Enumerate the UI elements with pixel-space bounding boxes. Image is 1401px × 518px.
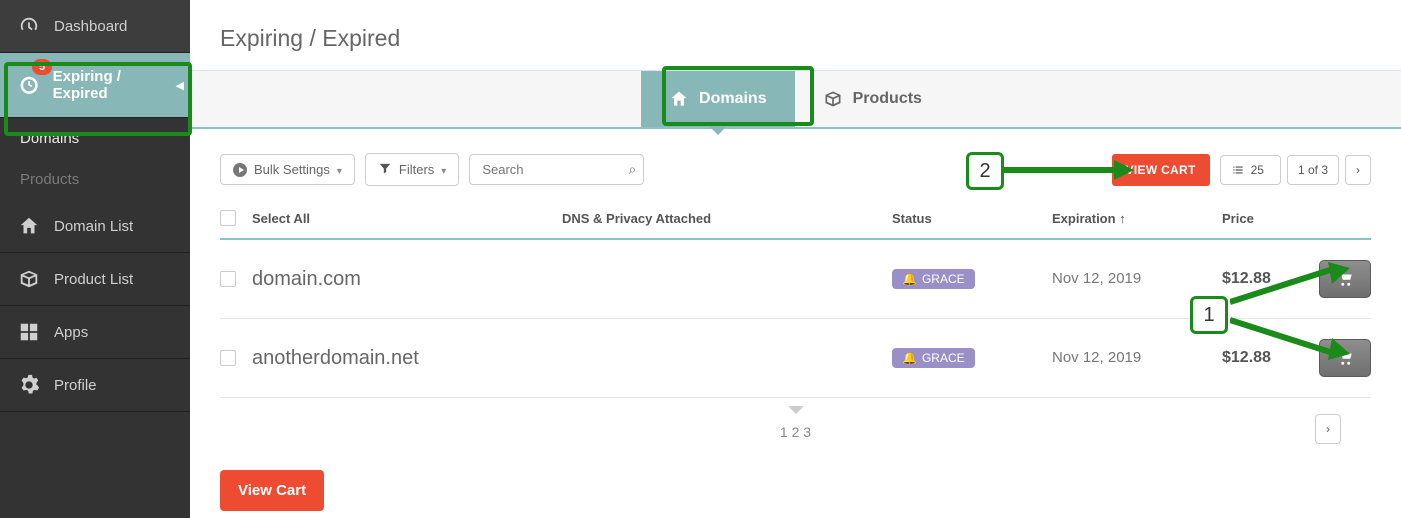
sidebar-item-profile[interactable]: Profile [0,359,190,412]
sidebar-sub-domains[interactable]: Domains [0,118,190,159]
page-numbers[interactable]: 1 2 3 [780,424,811,440]
filters-button[interactable]: Filters [365,153,459,186]
row-checkbox[interactable] [220,350,236,366]
tab-products[interactable]: Products [795,71,950,127]
bell-icon: 🔔 [902,272,917,286]
table-row: domain.com 🔔 GRACE Nov 12, 2019 $12.88 [220,240,1371,319]
page-position[interactable]: 1 of 3 [1287,155,1339,185]
caret-down-icon [337,162,342,177]
bell-icon: 🔔 [902,351,917,365]
button-label: Bulk Settings [254,162,330,177]
button-label: Filters [399,162,434,177]
sidebar-item-apps[interactable]: Apps [0,306,190,359]
sidebar: Dashboard 5 Expiring / Expired ◀ Domains… [0,0,190,518]
box-icon [18,268,40,290]
filter-icon [378,161,392,178]
tab-domains[interactable]: Domains [641,71,795,127]
header-select-all[interactable]: Select All [252,211,562,226]
grid-icon [18,321,40,343]
domain-name[interactable]: anotherdomain.net [252,347,419,369]
next-page-button[interactable]: › [1315,414,1341,444]
search-icon: ⌕ [628,161,636,178]
bulk-settings-button[interactable]: Bulk Settings [220,154,355,185]
row-checkbox[interactable] [220,271,236,287]
header-expiration[interactable]: Expiration ↑ [1052,211,1222,226]
table-row: anotherdomain.net 🔔 GRACE Nov 12, 2019 $1… [220,319,1371,398]
status-text: GRACE [922,272,965,286]
sidebar-label: Domain List [54,218,133,235]
sidebar-item-expiring[interactable]: 5 Expiring / Expired ◀ [0,53,190,118]
main-content: Expiring / Expired Domains Products Bulk… [190,0,1401,518]
price: $12.88 [1222,349,1271,366]
tabs: Domains Products [190,70,1401,129]
pager-bottom: 1 2 3 › [220,410,1371,440]
domain-name[interactable]: domain.com [252,268,361,290]
search-input[interactable] [469,154,644,185]
expiration-date: Nov 12, 2019 [1052,270,1141,287]
house-icon [669,89,689,109]
chevron-right-icon: › [1326,422,1330,436]
sidebar-item-product-list[interactable]: Product List [0,253,190,306]
cart-icon [1336,349,1354,367]
header-status: Status [892,211,1052,226]
house-icon [18,215,40,237]
per-page-dropdown[interactable]: 25 [1220,155,1281,185]
gauge-icon [18,15,40,37]
tab-label: Products [853,90,922,108]
header-dns: DNS & Privacy Attached [562,211,892,226]
sidebar-label: Expiring / Expired [53,68,172,102]
clock-icon [18,74,39,96]
sidebar-label: Apps [54,324,88,341]
caret-down-icon [441,162,446,177]
view-cart-button-bottom[interactable]: View Cart [220,470,324,511]
add-to-cart-button[interactable] [1319,339,1371,377]
tab-label: Domains [699,90,767,108]
select-all-checkbox[interactable] [220,210,236,226]
list-icon [1231,163,1245,177]
chevron-left-icon: ◀ [176,79,184,92]
status-badge: 🔔 GRACE [892,348,975,368]
view-cart-button[interactable]: VIEW CART [1112,154,1210,186]
expiring-badge: 5 [32,59,52,75]
per-page-label: 25 [1251,163,1264,177]
status-text: GRACE [922,351,965,365]
cart-icon [1336,270,1354,288]
sidebar-sub-products[interactable]: Products [0,159,190,200]
sidebar-label: Product List [54,271,133,288]
sidebar-item-dashboard[interactable]: Dashboard [0,0,190,53]
box-icon [823,89,843,109]
toolbar: Bulk Settings Filters ⌕ VIEW CART 25 [190,129,1401,200]
expand-notch-icon[interactable] [788,406,804,414]
sidebar-label: Profile [54,377,97,394]
add-to-cart-button[interactable] [1319,260,1371,298]
page-title: Expiring / Expired [220,25,1401,52]
expiration-date: Nov 12, 2019 [1052,349,1141,366]
play-icon [233,163,247,177]
status-badge: 🔔 GRACE [892,269,975,289]
header-price: Price [1222,211,1312,226]
next-page-button[interactable]: › [1345,155,1371,185]
sidebar-item-domain-list[interactable]: Domain List [0,200,190,253]
gear-icon [18,374,40,396]
price: $12.88 [1222,270,1271,287]
chevron-right-icon: › [1356,163,1360,177]
sidebar-label: Dashboard [54,18,127,35]
table-header-row: Select All DNS & Privacy Attached Status… [220,200,1371,240]
domain-table: Select All DNS & Privacy Attached Status… [220,200,1371,440]
